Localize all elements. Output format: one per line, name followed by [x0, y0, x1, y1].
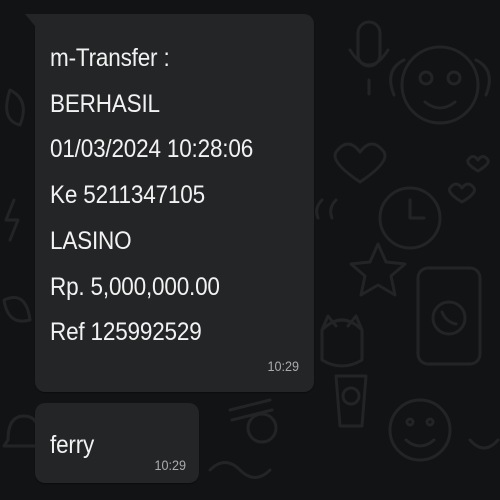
hearts-doodle-icon: [448, 155, 490, 204]
smiley-doodle-icon: [388, 398, 452, 462]
moon-doodle-icon: [5, 88, 25, 127]
message-bubble-ferry[interactable]: ferry 10:29: [35, 403, 199, 483]
message-line: ferry: [50, 431, 95, 459]
message-line: 01/03/2024 10:28:06: [50, 135, 254, 164]
message-text: m-Transfer : BERHASIL 01/03/2024 10:28:0…: [50, 36, 276, 356]
quote-doodle-icon: [315, 198, 338, 220]
message-bubble-transfer[interactable]: m-Transfer : BERHASIL 01/03/2024 10:28:0…: [25, 14, 314, 392]
bolt-doodle-icon: [4, 198, 20, 242]
message-line: LASINO: [50, 226, 132, 255]
message-timestamp: 10:29: [267, 358, 299, 374]
star-doodle-icon: [349, 242, 407, 297]
heart-doodle-icon: [333, 142, 387, 184]
message-line: BERHASIL: [50, 89, 160, 118]
face-doodle-icon: [389, 45, 491, 125]
cup-doodle-icon: [334, 374, 368, 428]
message-line: m-Transfer :: [50, 44, 170, 72]
message-line: Rp. 5,000,000.00: [50, 272, 220, 301]
message-line: Ref 125992529: [50, 318, 202, 347]
leaf-doodle-icon: [2, 296, 32, 323]
message-line: Ke 5211347105: [50, 181, 205, 210]
cat-doodle-icon: [320, 314, 364, 368]
squiggle-doodle-icon: [208, 461, 272, 479]
dot-doodle-icon: [246, 412, 278, 444]
phone-doodle-icon: [416, 266, 482, 366]
microphone-doodle-icon: [348, 20, 390, 96]
clock-doodle-icon: [378, 186, 442, 250]
smile-doodle-icon: [468, 438, 500, 450]
lines-doodle-icon: [228, 398, 274, 422]
message-timestamp: 10:29: [154, 457, 186, 473]
